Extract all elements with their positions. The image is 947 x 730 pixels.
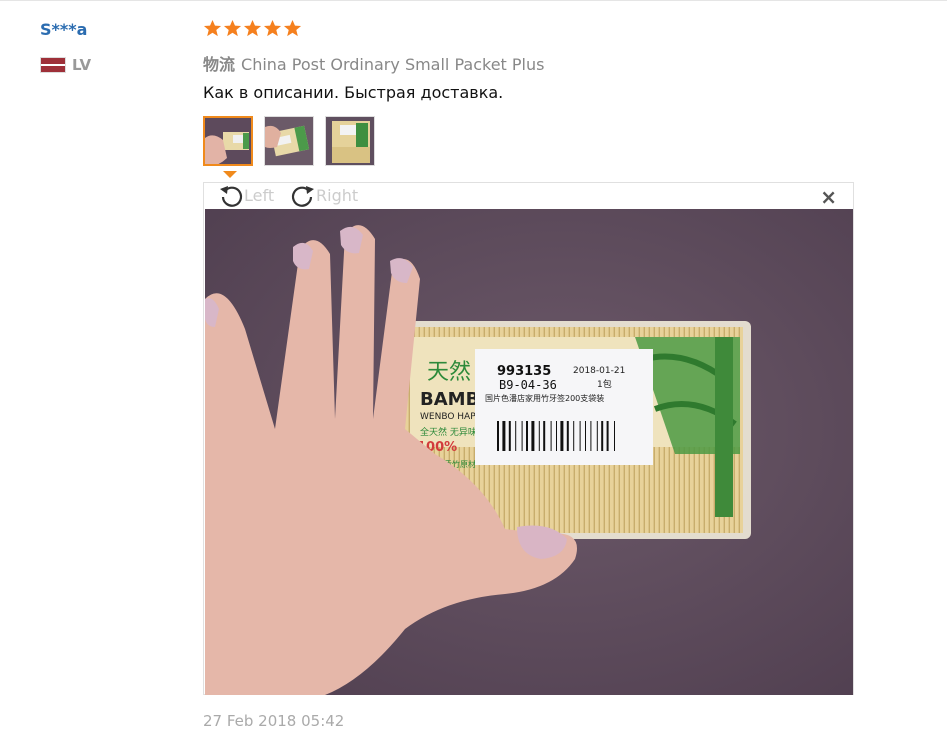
star-icon bbox=[203, 19, 222, 38]
photo-thumbnails bbox=[203, 116, 386, 166]
photo-thumbnail-1[interactable] bbox=[203, 116, 253, 166]
label-code-text: 993135 bbox=[497, 364, 551, 379]
top-divider bbox=[0, 0, 947, 1]
rotate-left-button[interactable]: Left bbox=[218, 183, 274, 208]
rotate-left-icon bbox=[218, 183, 244, 209]
pack-line1-text: 全天然 无异味 bbox=[420, 426, 477, 438]
reviewer-country: LV bbox=[40, 56, 91, 74]
label-count-text: 1包 bbox=[597, 378, 612, 390]
photo-thumbnail-2[interactable] bbox=[264, 116, 314, 166]
shipping-info: 物流 China Post Ordinary Small Packet Plus bbox=[203, 51, 544, 75]
latvia-flag-icon bbox=[40, 57, 66, 73]
star-rating bbox=[203, 19, 303, 38]
label-date-text: 2018-01-21 bbox=[573, 366, 625, 376]
close-viewer-button[interactable]: × bbox=[820, 187, 837, 207]
photo-viewer: Left Right × 天然 BAMBO WENBO HAPI 全天然 无异味… bbox=[203, 182, 854, 695]
photo-thumbnail-3[interactable] bbox=[325, 116, 375, 166]
star-icon bbox=[243, 19, 262, 38]
reviewer-name[interactable]: S***a bbox=[40, 20, 87, 39]
label-location-text: B9-04-36 bbox=[499, 378, 557, 392]
star-icon bbox=[263, 19, 282, 38]
rotate-right-button[interactable]: Right bbox=[290, 183, 358, 208]
shipping-label: 物流 bbox=[203, 55, 236, 74]
rotate-right-label: Right bbox=[316, 186, 359, 205]
pack-sub-text: WENBO HAPI bbox=[420, 412, 478, 422]
shipping-method: China Post Ordinary Small Packet Plus bbox=[241, 55, 545, 74]
star-icon bbox=[283, 19, 302, 38]
pack-cn-text: 天然 bbox=[427, 360, 471, 385]
label-desc-text: 国片色潘店家用竹牙签200支袋装 bbox=[485, 393, 604, 403]
rotate-right-icon bbox=[290, 183, 316, 209]
review-photo: 天然 BAMBO WENBO HAPI 全天然 无异味 100% 精选优质竹原材… bbox=[205, 209, 853, 695]
country-code: LV bbox=[72, 56, 92, 74]
rotate-left-label: Left bbox=[244, 186, 275, 205]
viewer-toolbar: Left Right × bbox=[204, 183, 853, 208]
review-date: 27 Feb 2018 05:42 bbox=[203, 712, 345, 730]
star-icon bbox=[223, 19, 242, 38]
active-thumbnail-caret-icon bbox=[223, 171, 237, 178]
review-text: Как в описании. Быстрая доставка. bbox=[203, 83, 504, 102]
